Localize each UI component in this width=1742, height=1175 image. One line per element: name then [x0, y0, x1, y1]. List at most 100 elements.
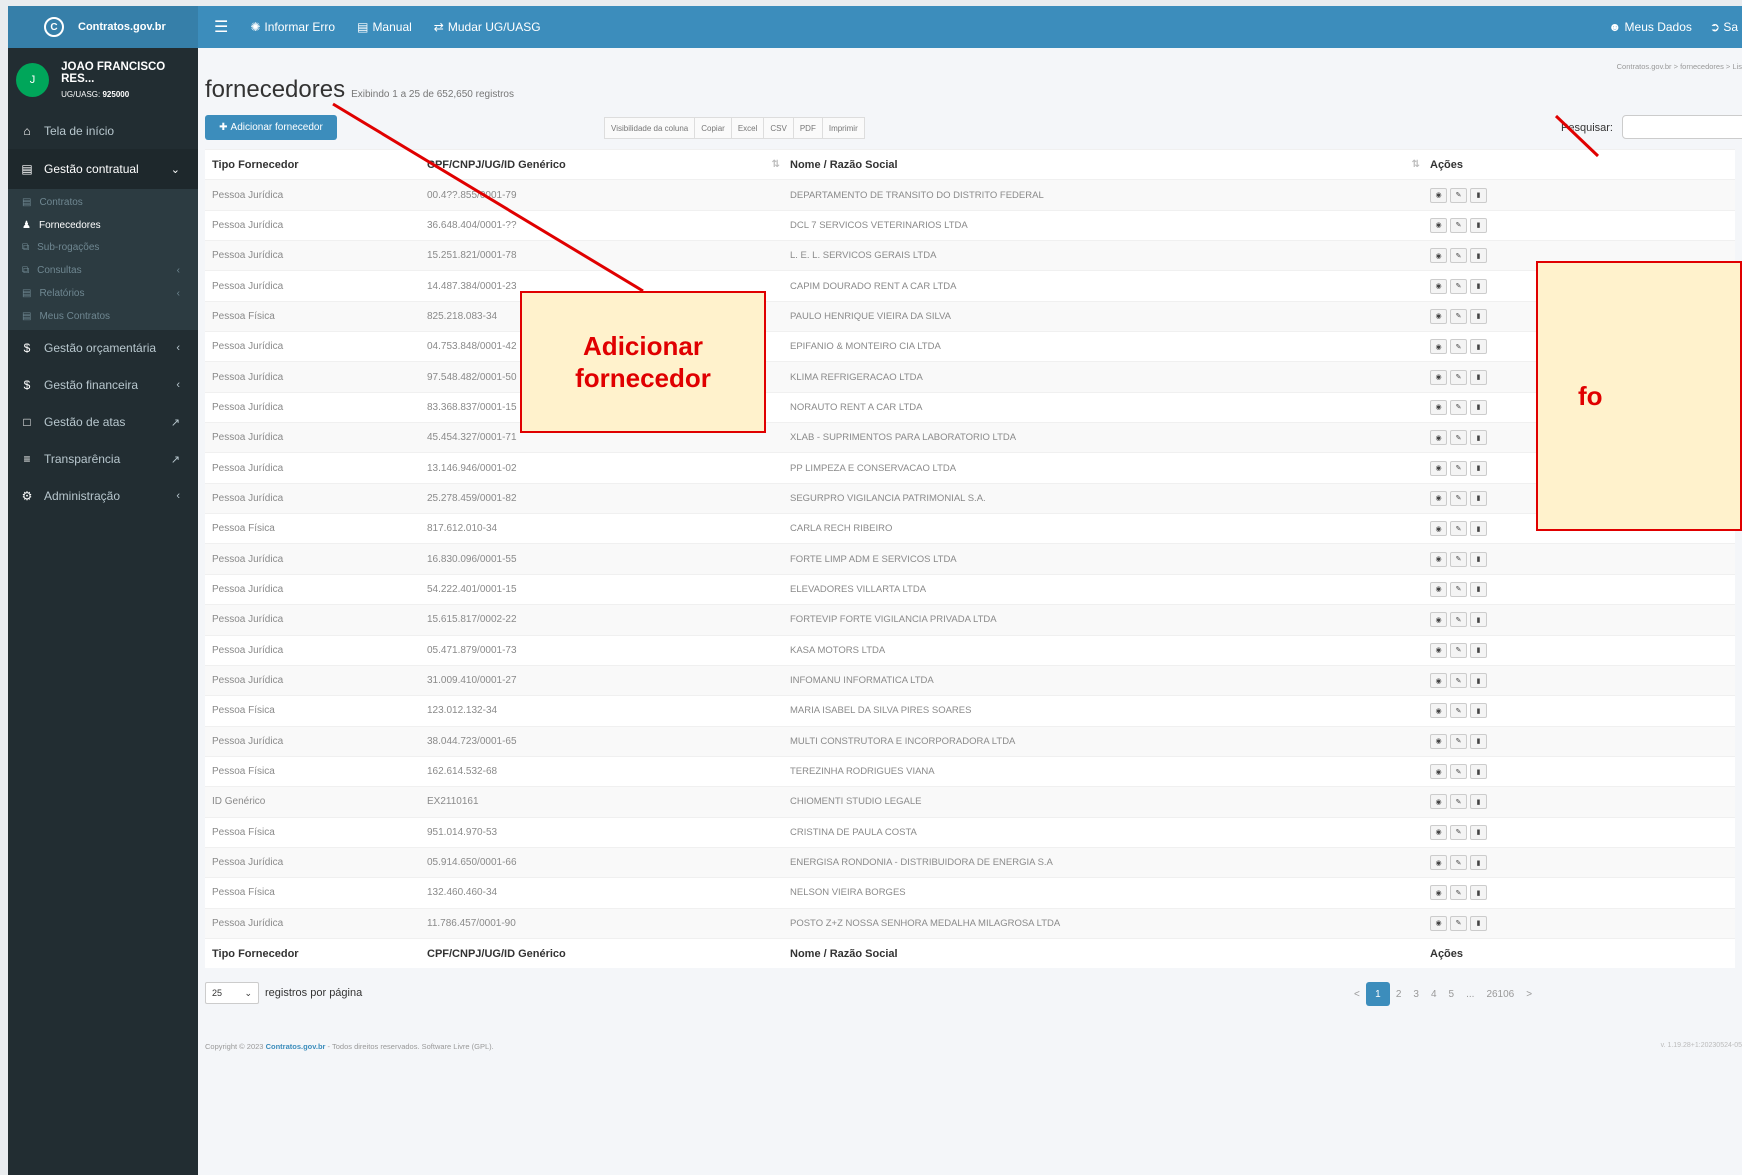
edit-button[interactable]: ✎	[1450, 673, 1467, 689]
pagination-prev[interactable]: <	[1348, 982, 1366, 1006]
delete-button[interactable]: ▮	[1470, 612, 1487, 628]
edit-button[interactable]: ✎	[1450, 733, 1467, 749]
delete-button[interactable]: ▮	[1470, 642, 1487, 658]
delete-button[interactable]: ▮	[1470, 915, 1487, 931]
edit-button[interactable]: ✎	[1450, 399, 1467, 415]
per-page-select[interactable]: 25 ⌄	[205, 982, 259, 1004]
pagination-page-4[interactable]: 4	[1425, 982, 1443, 1006]
view-button[interactable]: ◉	[1430, 885, 1447, 901]
sidebar-item-sub-rogacoes[interactable]: ⧉ Sub-rogações	[8, 237, 198, 260]
sidebar-item-relatorios[interactable]: ▤ Relatórios ‹	[8, 282, 198, 305]
sidebar-item-gestao-financeira[interactable]: $ Gestão financeira ‹	[8, 367, 198, 404]
column-header-cpf[interactable]: CPF/CNPJ/UG/ID Genérico ⇅	[427, 159, 790, 171]
sidebar-item-fornecedores[interactable]: ♟ Fornecedores	[8, 214, 198, 237]
print-button[interactable]: Imprimir	[823, 118, 864, 138]
view-button[interactable]: ◉	[1430, 915, 1447, 931]
delete-button[interactable]: ▮	[1470, 551, 1487, 567]
edit-button[interactable]: ✎	[1450, 187, 1467, 203]
column-visibility-button[interactable]: Visibilidade da coluna	[605, 118, 696, 138]
edit-button[interactable]: ✎	[1450, 703, 1467, 719]
column-header-tipo[interactable]: Tipo Fornecedor	[205, 159, 427, 171]
edit-button[interactable]: ✎	[1450, 278, 1467, 294]
delete-button[interactable]: ▮	[1470, 339, 1487, 355]
view-button[interactable]: ◉	[1430, 551, 1447, 567]
edit-button[interactable]: ✎	[1450, 764, 1467, 780]
manual-link[interactable]: ▤ Manual	[357, 20, 412, 34]
view-button[interactable]: ◉	[1430, 217, 1447, 233]
view-button[interactable]: ◉	[1430, 521, 1447, 537]
edit-button[interactable]: ✎	[1450, 885, 1467, 901]
view-button[interactable]: ◉	[1430, 824, 1447, 840]
edit-button[interactable]: ✎	[1450, 248, 1467, 264]
view-button[interactable]: ◉	[1430, 733, 1447, 749]
edit-button[interactable]: ✎	[1450, 521, 1467, 537]
view-button[interactable]: ◉	[1430, 187, 1447, 203]
edit-button[interactable]: ✎	[1450, 794, 1467, 810]
pagination-page-5[interactable]: 5	[1443, 982, 1461, 1006]
search-input[interactable]	[1622, 115, 1742, 139]
pdf-button[interactable]: PDF	[794, 118, 823, 138]
sidebar-item-transparencia[interactable]: ≡ Transparência ↗	[8, 441, 198, 478]
pagination-page-1[interactable]: 1	[1365, 982, 1390, 1006]
edit-button[interactable]: ✎	[1450, 551, 1467, 567]
edit-button[interactable]: ✎	[1450, 490, 1467, 506]
edit-button[interactable]: ✎	[1450, 339, 1467, 355]
edit-button[interactable]: ✎	[1450, 369, 1467, 385]
delete-button[interactable]: ▮	[1470, 460, 1487, 476]
view-button[interactable]: ◉	[1430, 764, 1447, 780]
view-button[interactable]: ◉	[1430, 490, 1447, 506]
delete-button[interactable]: ▮	[1470, 764, 1487, 780]
sidebar-item-gestao-orcamentaria[interactable]: $ Gestão orçamentária ‹	[8, 330, 198, 367]
view-button[interactable]: ◉	[1430, 399, 1447, 415]
edit-button[interactable]: ✎	[1450, 217, 1467, 233]
delete-button[interactable]: ▮	[1470, 399, 1487, 415]
pagination-page-2[interactable]: 2	[1390, 982, 1408, 1006]
delete-button[interactable]: ▮	[1470, 703, 1487, 719]
delete-button[interactable]: ▮	[1470, 885, 1487, 901]
sidebar-item-contratos[interactable]: ▤ Contratos	[8, 191, 198, 214]
view-button[interactable]: ◉	[1430, 673, 1447, 689]
view-button[interactable]: ◉	[1430, 278, 1447, 294]
csv-button[interactable]: CSV	[764, 118, 794, 138]
edit-button[interactable]: ✎	[1450, 642, 1467, 658]
view-button[interactable]: ◉	[1430, 642, 1447, 658]
sidebar-item-gestao-contratual[interactable]: ▤ Gestão contratual ⌄	[8, 149, 198, 189]
sidebar-item-consultas[interactable]: ⧉ Consultas ‹	[8, 259, 198, 282]
delete-button[interactable]: ▮	[1470, 490, 1487, 506]
delete-button[interactable]: ▮	[1470, 248, 1487, 264]
pagination-page-3[interactable]: 3	[1407, 982, 1425, 1006]
delete-button[interactable]: ▮	[1470, 581, 1487, 597]
breadcrumb[interactable]: Contratos.gov.br > fornecedores > Lis	[1617, 62, 1742, 71]
sidebar-item-administracao[interactable]: ⚙ Administração ‹	[8, 478, 198, 515]
delete-button[interactable]: ▮	[1470, 430, 1487, 446]
view-button[interactable]: ◉	[1430, 460, 1447, 476]
delete-button[interactable]: ▮	[1470, 187, 1487, 203]
edit-button[interactable]: ✎	[1450, 855, 1467, 871]
column-header-nome[interactable]: Nome / Razão Social ⇅	[790, 159, 1430, 171]
view-button[interactable]: ◉	[1430, 855, 1447, 871]
view-button[interactable]: ◉	[1430, 794, 1447, 810]
view-button[interactable]: ◉	[1430, 581, 1447, 597]
edit-button[interactable]: ✎	[1450, 915, 1467, 931]
copy-button[interactable]: Copiar	[695, 118, 732, 138]
delete-button[interactable]: ▮	[1470, 308, 1487, 324]
brand[interactable]: C Contratos.gov.br	[8, 6, 198, 48]
sidebar-item-meus-contratos[interactable]: ▤ Meus Contratos	[8, 305, 198, 328]
sair-link[interactable]: ➲ Sa	[1710, 20, 1738, 34]
delete-button[interactable]: ▮	[1470, 521, 1487, 537]
delete-button[interactable]: ▮	[1470, 794, 1487, 810]
delete-button[interactable]: ▮	[1470, 673, 1487, 689]
edit-button[interactable]: ✎	[1450, 308, 1467, 324]
view-button[interactable]: ◉	[1430, 430, 1447, 446]
edit-button[interactable]: ✎	[1450, 460, 1467, 476]
delete-button[interactable]: ▮	[1470, 278, 1487, 294]
edit-button[interactable]: ✎	[1450, 612, 1467, 628]
excel-button[interactable]: Excel	[732, 118, 765, 138]
view-button[interactable]: ◉	[1430, 703, 1447, 719]
view-button[interactable]: ◉	[1430, 248, 1447, 264]
edit-button[interactable]: ✎	[1450, 581, 1467, 597]
delete-button[interactable]: ▮	[1470, 369, 1487, 385]
delete-button[interactable]: ▮	[1470, 733, 1487, 749]
meus-dados-link[interactable]: ☻ Meus Dados	[1609, 20, 1692, 34]
informar-erro-link[interactable]: ✺ Informar Erro	[250, 20, 335, 34]
